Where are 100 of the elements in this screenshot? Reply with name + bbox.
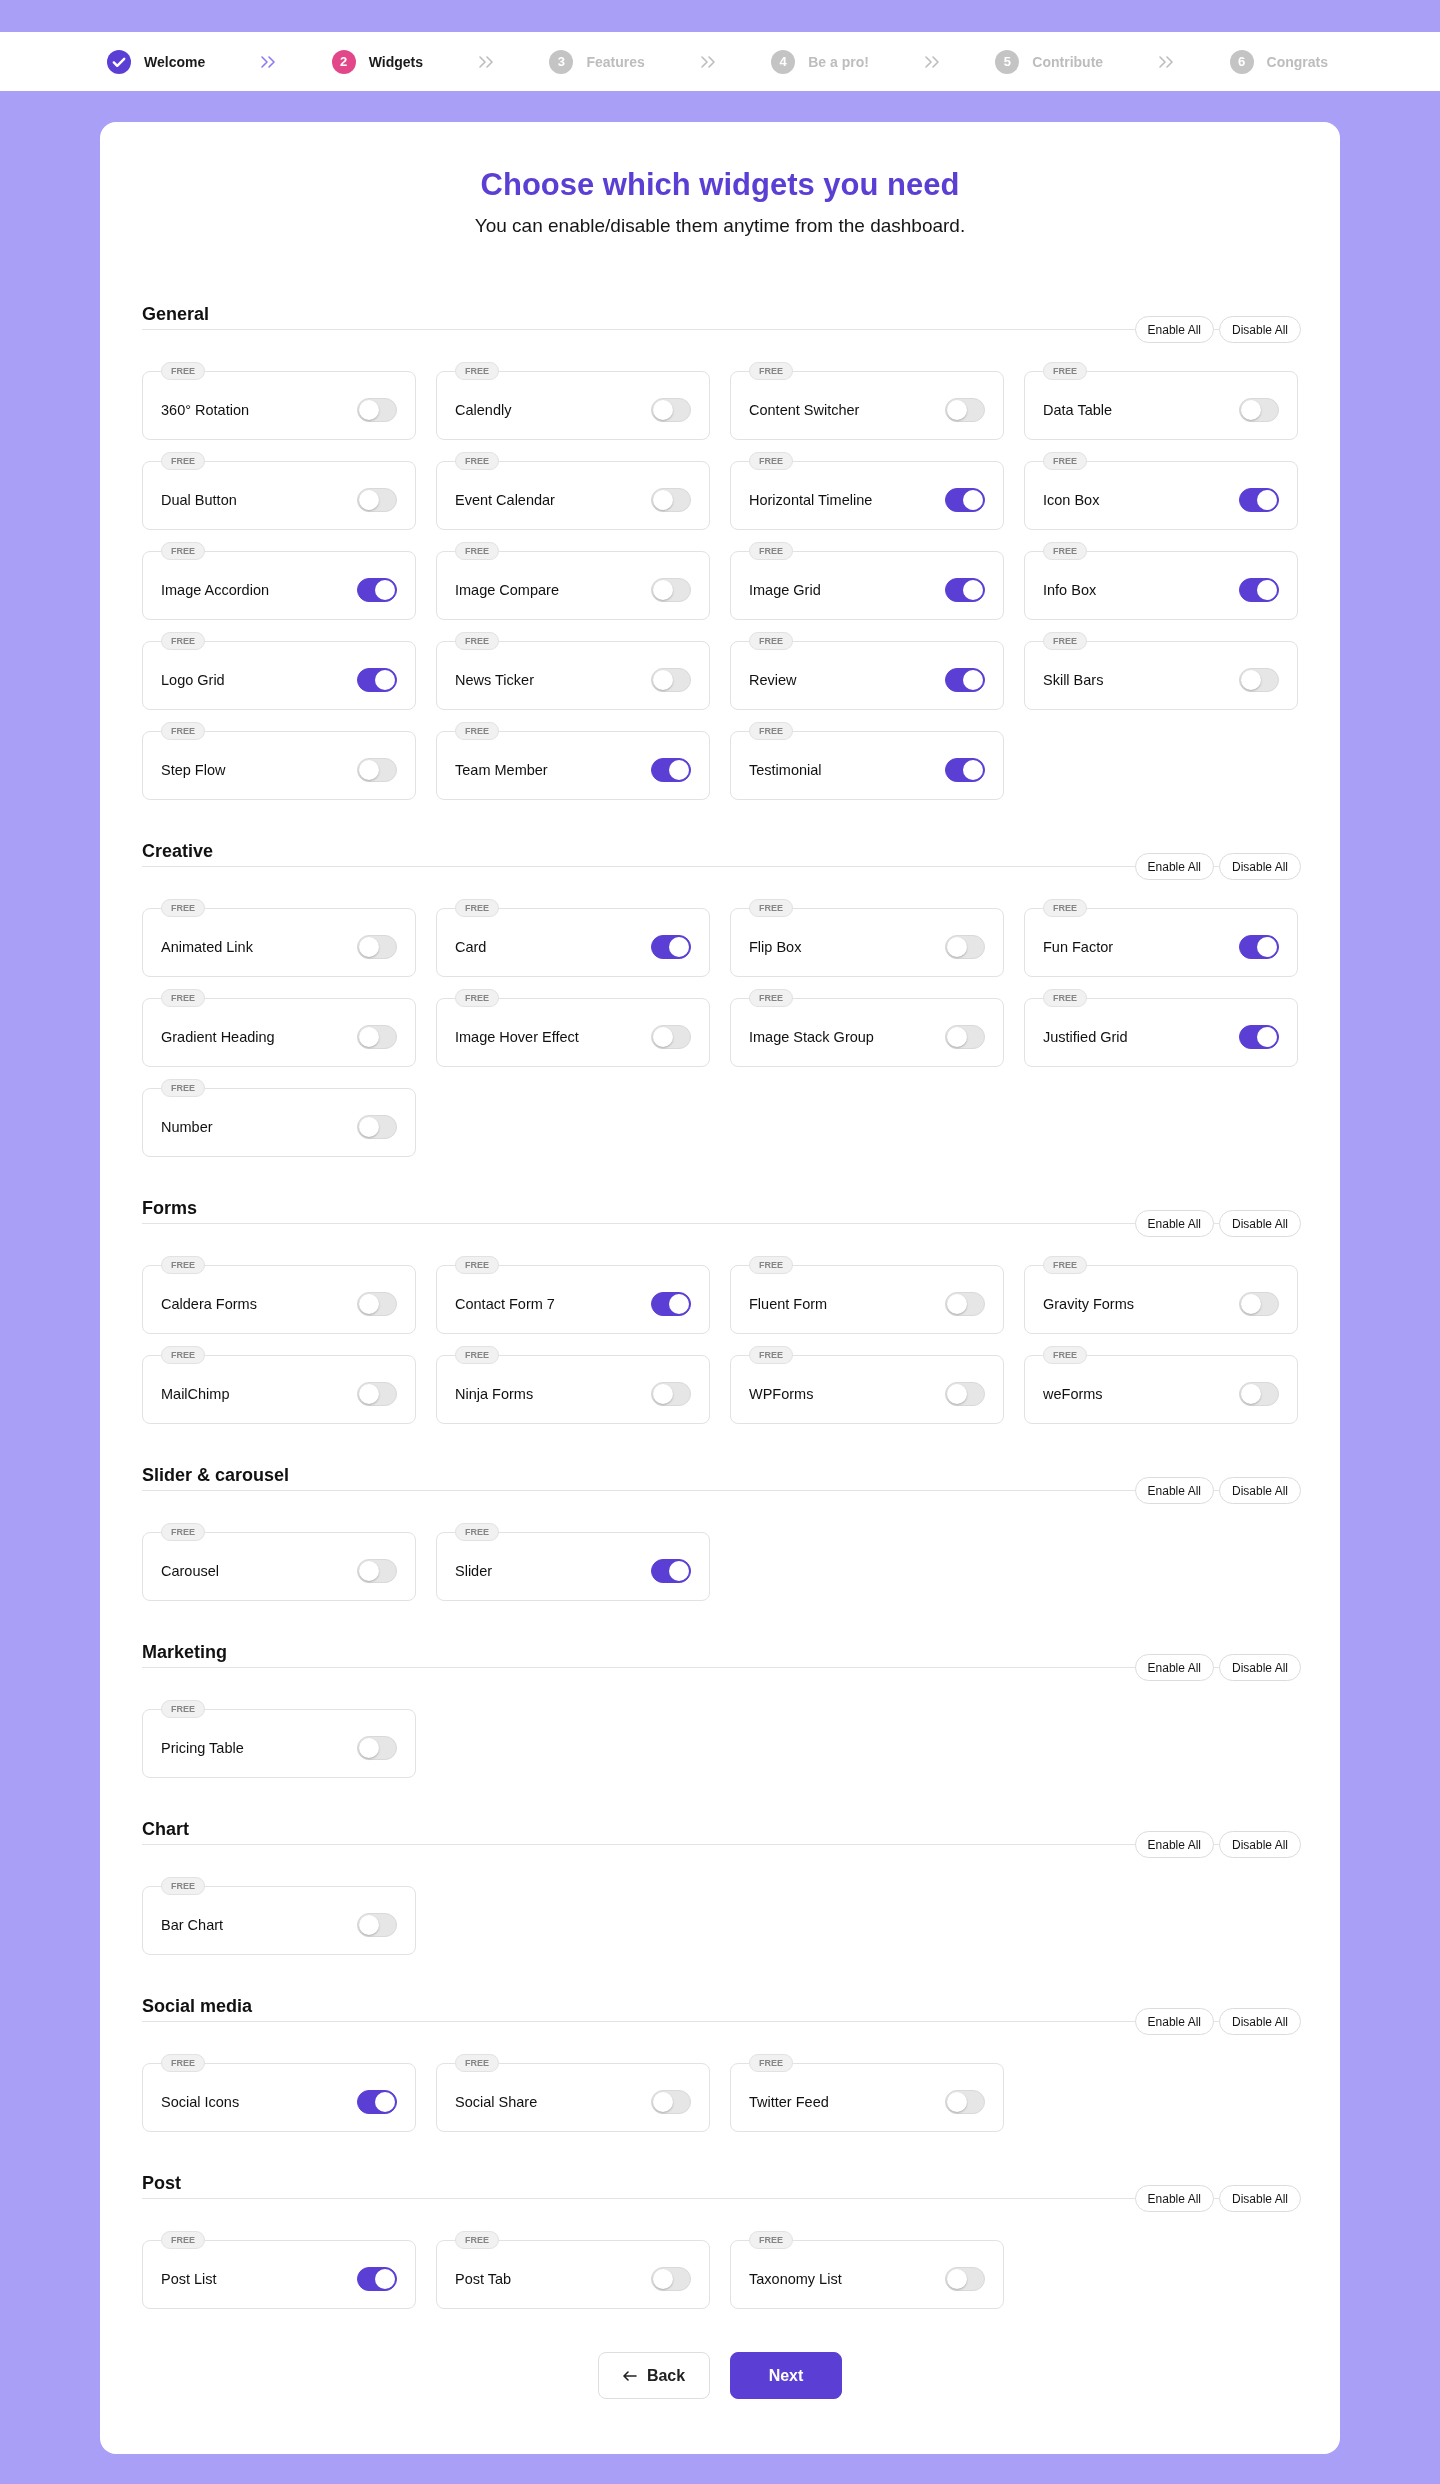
disable-all-button[interactable]: Disable All [1218, 853, 1301, 880]
double-chevron-icon [1159, 55, 1174, 68]
disable-all-button[interactable]: Disable All [1218, 2185, 1301, 2212]
widget-name: Ninja Forms [455, 1386, 534, 1402]
widget-name: Skill Bars [1043, 672, 1104, 688]
plan-badge: FREE [1043, 1346, 1087, 1364]
widget-name: Event Calendar [455, 492, 555, 508]
toggle-switch[interactable] [651, 758, 691, 782]
plan-badge: FREE [749, 632, 793, 650]
step-number: 6 [1229, 49, 1254, 74]
step-label: Contribute [1032, 53, 1104, 70]
widget-name: Team Member [455, 762, 548, 778]
double-chevron-icon [701, 55, 715, 68]
toggle-switch[interactable] [945, 488, 985, 512]
widget-name: Fun Factor [1043, 939, 1114, 955]
widget-name: 360° Rotation [161, 402, 250, 418]
plan-badge: FREE [161, 2231, 205, 2249]
plan-badge: FREE [161, 1079, 205, 1097]
toggle-switch[interactable] [651, 1559, 691, 1583]
disable-all-button[interactable]: Disable All [1218, 1477, 1301, 1504]
widget-name: Slider [455, 1563, 493, 1579]
plan-badge: FREE [1043, 452, 1087, 470]
disable-all-button[interactable]: Disable All [1218, 2008, 1301, 2035]
toggle-switch[interactable] [357, 668, 397, 692]
double-chevron-icon [925, 55, 940, 68]
enable-all-button[interactable]: Enable All [1134, 316, 1214, 343]
plan-badge: FREE [161, 989, 205, 1007]
plan-badge: FREE [1043, 632, 1087, 650]
toggle-switch[interactable] [1239, 488, 1279, 512]
section-title: Social media [142, 1995, 253, 2018]
enable-all-button[interactable]: Enable All [1134, 1210, 1214, 1237]
enable-all-button[interactable]: Enable All [1134, 1477, 1214, 1504]
toggle-switch[interactable] [651, 935, 691, 959]
step-label: Welcome [144, 53, 206, 70]
plan-badge: FREE [749, 452, 793, 470]
next-button[interactable]: Next [730, 2352, 842, 2399]
plan-badge: FREE [1043, 542, 1087, 560]
plan-badge: FREE [455, 632, 499, 650]
widget-name: Content Switcher [749, 402, 860, 418]
plan-badge: FREE [161, 542, 205, 560]
plan-badge: FREE [161, 632, 205, 650]
plan-badge: FREE [455, 899, 499, 917]
plan-badge: FREE [161, 1700, 205, 1718]
toggle-switch[interactable] [357, 578, 397, 602]
plan-badge: FREE [749, 542, 793, 560]
enable-all-button[interactable]: Enable All [1134, 1831, 1214, 1858]
widget-name: Social Share [455, 2094, 538, 2110]
enable-all-button[interactable]: Enable All [1134, 853, 1214, 880]
plan-badge: FREE [749, 722, 793, 740]
double-chevron-icon [479, 55, 494, 68]
double-chevron-icon [261, 55, 276, 68]
widget-name: WPForms [749, 1386, 814, 1402]
toggle-switch[interactable] [945, 578, 985, 602]
plan-badge: FREE [749, 1346, 793, 1364]
toggle-switch[interactable] [1239, 935, 1279, 959]
widget-name: Data Table [1043, 402, 1113, 418]
widget-name: Social Icons [161, 2094, 240, 2110]
step-number: 4 [771, 49, 796, 74]
plan-badge: FREE [455, 2231, 499, 2249]
enable-all-button[interactable]: Enable All [1134, 2008, 1214, 2035]
widget-name: Image Grid [749, 582, 821, 598]
toggle-switch[interactable] [357, 2090, 397, 2114]
widget-name: Review [749, 672, 797, 688]
widget-name: Flip Box [749, 939, 802, 955]
plan-badge: FREE [455, 1346, 499, 1364]
section-title: Chart [142, 1818, 189, 1841]
step-label: Congrats [1266, 53, 1328, 70]
page-title: Choose which widgets you need [479, 166, 961, 204]
toggle-switch[interactable] [945, 668, 985, 692]
section-title: Post [142, 2172, 181, 2195]
widget-name: Caldera Forms [161, 1296, 257, 1312]
step-label: Be a pro! [808, 53, 869, 70]
plan-badge: FREE [455, 1523, 499, 1541]
toggle-switch[interactable] [651, 1292, 691, 1316]
plan-badge: FREE [749, 899, 793, 917]
widget-name: Logo Grid [161, 672, 225, 688]
widget-name: Post List [161, 2271, 217, 2287]
toggle-switch[interactable] [357, 2267, 397, 2291]
section-title: General [142, 303, 210, 326]
plan-badge: FREE [161, 1256, 205, 1274]
plan-badge: FREE [749, 2231, 793, 2249]
disable-all-button[interactable]: Disable All [1218, 316, 1301, 343]
widget-name: Post Tab [455, 2271, 512, 2287]
disable-all-button[interactable]: Disable All [1218, 1210, 1301, 1237]
widget-name: Testimonial [749, 762, 822, 778]
section-title: Marketing [142, 1641, 228, 1664]
disable-all-button[interactable]: Disable All [1218, 1831, 1301, 1858]
back-button[interactable]: Back [598, 2352, 710, 2399]
disable-all-button[interactable]: Disable All [1218, 1654, 1301, 1681]
widget-name: Dual Button [161, 492, 237, 508]
plan-badge: FREE [1043, 899, 1087, 917]
enable-all-button[interactable]: Enable All [1134, 1654, 1214, 1681]
enable-all-button[interactable]: Enable All [1134, 2185, 1214, 2212]
toggle-switch[interactable] [1239, 1025, 1279, 1049]
toggle-switch[interactable] [945, 758, 985, 782]
section-title: Forms [142, 1197, 197, 1220]
toggle-switch[interactable] [1239, 578, 1279, 602]
plan-badge: FREE [1043, 1256, 1087, 1274]
widget-name: Fluent Form [749, 1296, 828, 1312]
step-label: Features [586, 53, 645, 70]
